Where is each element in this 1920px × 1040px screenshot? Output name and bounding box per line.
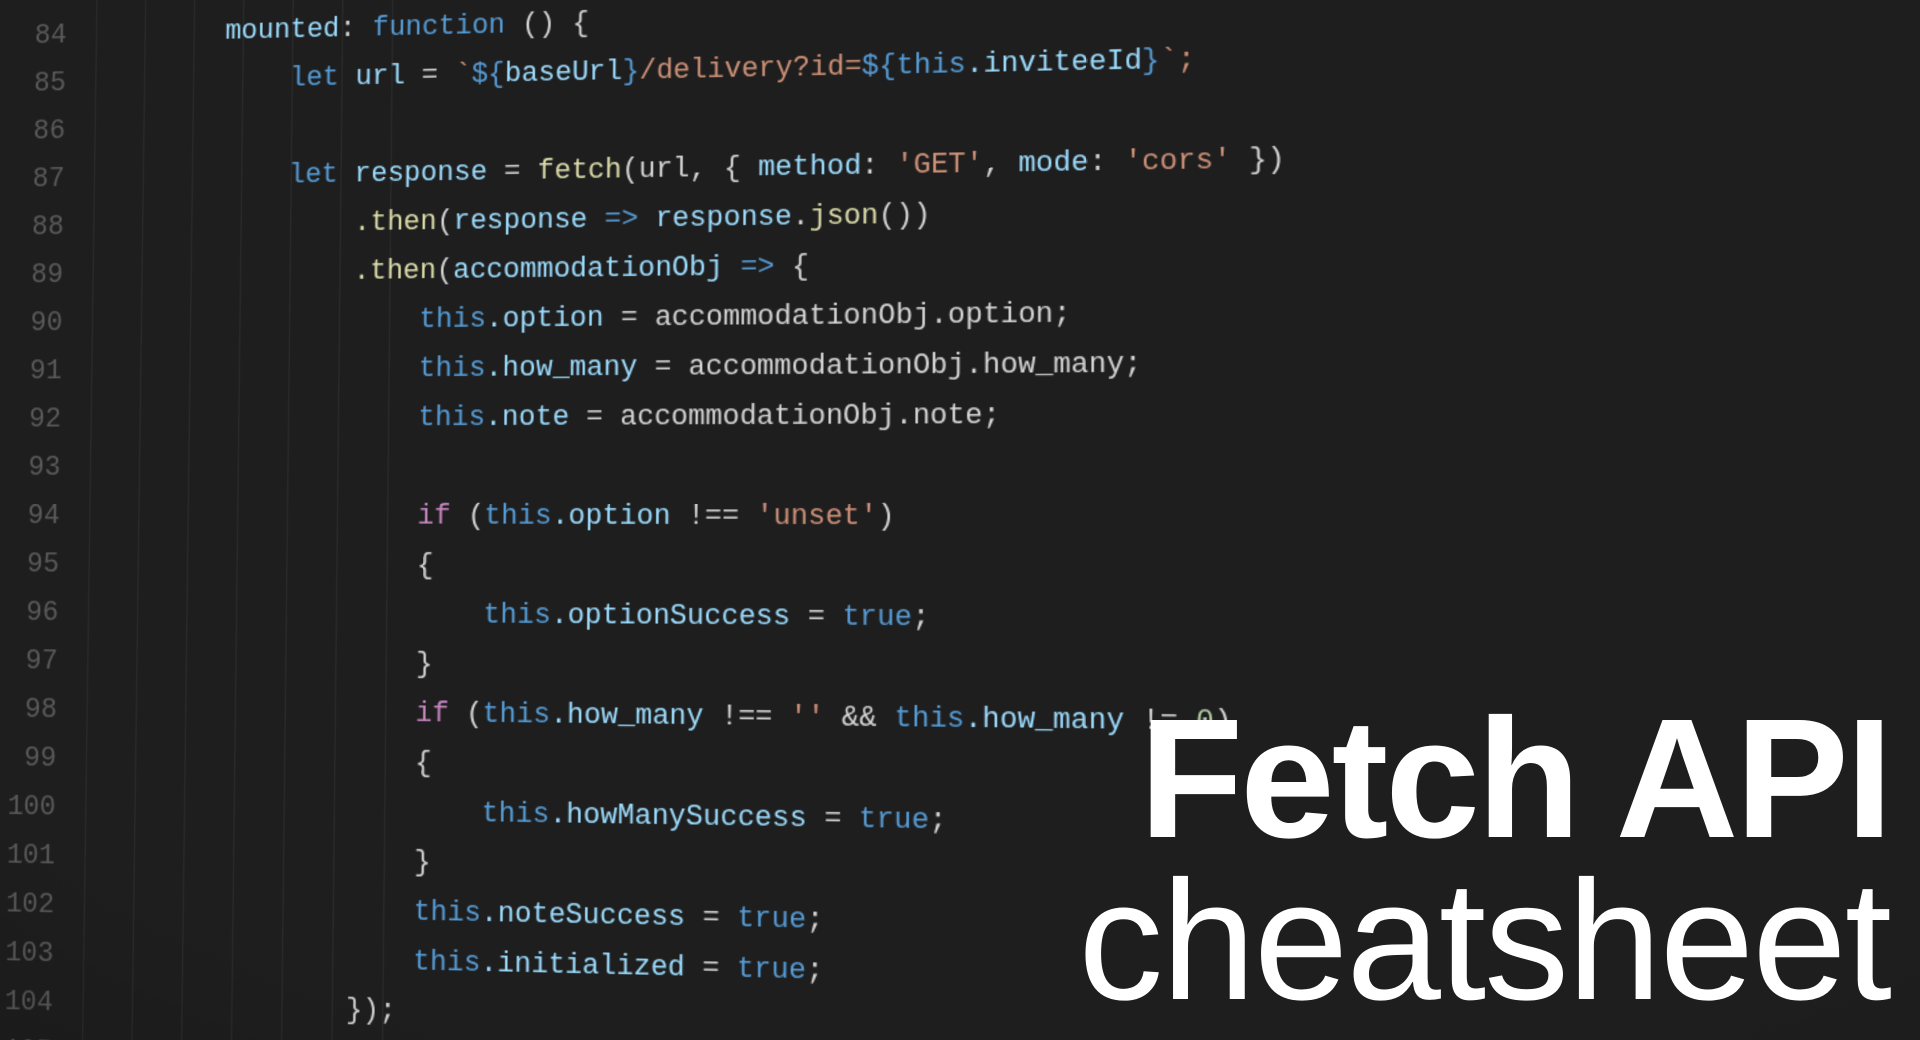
code-editor[interactable]: 8182838485868788899091929394959697989910… — [0, 0, 1920, 1040]
code-content[interactable]: option: function(oldVal, newVal){ this.t… — [80, 0, 1920, 1040]
editor-viewport: › computed M n.vue vueM M 81828384858687… — [0, 0, 1920, 1040]
